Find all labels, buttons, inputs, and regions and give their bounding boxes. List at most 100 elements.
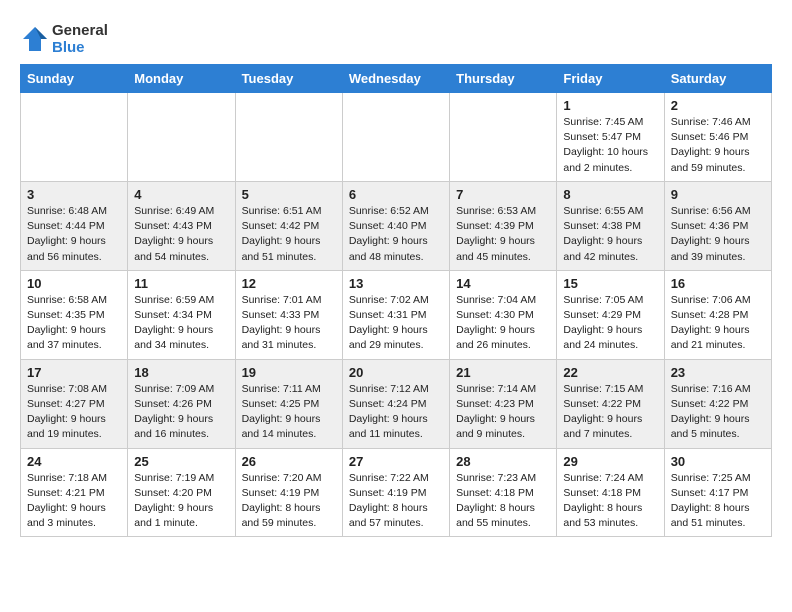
calendar-cell: 19 Sunrise: 7:11 AM Sunset: 4:25 PM Dayli… [235, 359, 342, 448]
calendar-week-row: 10 Sunrise: 6:58 AM Sunset: 4:35 PM Dayli… [21, 270, 772, 359]
day-info: Sunrise: 6:49 AM Sunset: 4:43 PM Dayligh… [134, 204, 228, 265]
day-info: Sunrise: 7:01 AM Sunset: 4:33 PM Dayligh… [242, 293, 336, 354]
calendar-cell: 13Sunrise: 7:02 AM Sunset: 4:31 PM Dayli… [342, 270, 449, 359]
day-info: Sunrise: 6:53 AM Sunset: 4:39 PM Dayligh… [456, 204, 550, 265]
calendar-cell: 1 Sunrise: 7:45 AM Sunset: 5:47 PM Daylig… [557, 93, 664, 182]
calendar-cell: 15 Sunrise: 7:05 AM Sunset: 4:29 PM Dayli… [557, 270, 664, 359]
calendar-cell: 16 Sunrise: 7:06 AM Sunset: 4:28 PM Dayli… [664, 270, 771, 359]
day-info: Sunrise: 7:11 AM Sunset: 4:25 PM Dayligh… [242, 382, 336, 443]
calendar-week-row: 3 Sunrise: 6:48 AM Sunset: 4:44 PM Daylig… [21, 181, 772, 270]
calendar-cell: 22 Sunrise: 7:15 AM Sunset: 4:22 PM Dayli… [557, 359, 664, 448]
weekday-header-row: SundayMondayTuesdayWednesdayThursdayFrid… [21, 65, 772, 93]
calendar-cell [235, 93, 342, 182]
day-number: 30 [671, 454, 765, 469]
day-info: Sunrise: 7:04 AM Sunset: 4:30 PM Dayligh… [456, 293, 550, 354]
calendar-cell: 26 Sunrise: 7:20 AM Sunset: 4:19 PM Dayli… [235, 448, 342, 537]
day-info: Sunrise: 7:24 AM Sunset: 4:18 PM Dayligh… [563, 471, 657, 532]
weekday-header-cell: Wednesday [342, 65, 449, 93]
calendar-cell: 6 Sunrise: 6:52 AM Sunset: 4:40 PM Daylig… [342, 181, 449, 270]
calendar-cell: 9 Sunrise: 6:56 AM Sunset: 4:36 PM Daylig… [664, 181, 771, 270]
day-number: 11 [134, 276, 228, 291]
calendar-cell: 25 Sunrise: 7:19 AM Sunset: 4:20 PM Dayli… [128, 448, 235, 537]
day-info: Sunrise: 6:52 AM Sunset: 4:40 PM Dayligh… [349, 204, 443, 265]
calendar-cell: 11 Sunrise: 6:59 AM Sunset: 4:34 PM Dayli… [128, 270, 235, 359]
day-number: 24 [27, 454, 121, 469]
day-number: 25 [134, 454, 228, 469]
day-number: 5 [242, 187, 336, 202]
day-info: Sunrise: 7:02 AM Sunset: 4:31 PM Dayligh… [349, 293, 443, 354]
calendar-cell: 7 Sunrise: 6:53 AM Sunset: 4:39 PM Daylig… [450, 181, 557, 270]
calendar-cell: 18 Sunrise: 7:09 AM Sunset: 4:26 PM Dayli… [128, 359, 235, 448]
day-number: 19 [242, 365, 336, 380]
day-number: 1 [563, 98, 657, 113]
day-number: 14 [456, 276, 550, 291]
day-number: 12 [242, 276, 336, 291]
day-info: Sunrise: 6:56 AM Sunset: 4:36 PM Dayligh… [671, 204, 765, 265]
day-info: Sunrise: 7:25 AM Sunset: 4:17 PM Dayligh… [671, 471, 765, 532]
day-number: 8 [563, 187, 657, 202]
day-info: Sunrise: 7:06 AM Sunset: 4:28 PM Dayligh… [671, 293, 765, 354]
calendar-week-row: 1 Sunrise: 7:45 AM Sunset: 5:47 PM Daylig… [21, 93, 772, 182]
calendar-cell: 10 Sunrise: 6:58 AM Sunset: 4:35 PM Dayli… [21, 270, 128, 359]
day-number: 10 [27, 276, 121, 291]
page: General Blue SundayMondayTuesdayWednesda… [0, 0, 792, 547]
day-info: Sunrise: 7:09 AM Sunset: 4:26 PM Dayligh… [134, 382, 228, 443]
calendar-cell [128, 93, 235, 182]
calendar-cell: 8Sunrise: 6:55 AM Sunset: 4:38 PM Daylig… [557, 181, 664, 270]
calendar-cell: 17Sunrise: 7:08 AM Sunset: 4:27 PM Dayli… [21, 359, 128, 448]
logo-text: General Blue [52, 22, 108, 56]
calendar-cell: 27 Sunrise: 7:22 AM Sunset: 4:19 PM Dayli… [342, 448, 449, 537]
day-number: 9 [671, 187, 765, 202]
calendar-cell: 12 Sunrise: 7:01 AM Sunset: 4:33 PM Dayli… [235, 270, 342, 359]
day-info: Sunrise: 7:20 AM Sunset: 4:19 PM Dayligh… [242, 471, 336, 532]
day-number: 3 [27, 187, 121, 202]
calendar-cell: 29 Sunrise: 7:24 AM Sunset: 4:18 PM Dayli… [557, 448, 664, 537]
day-number: 6 [349, 187, 443, 202]
day-info: Sunrise: 7:12 AM Sunset: 4:24 PM Dayligh… [349, 382, 443, 443]
calendar-cell [21, 93, 128, 182]
day-number: 27 [349, 454, 443, 469]
calendar-cell: 3 Sunrise: 6:48 AM Sunset: 4:44 PM Daylig… [21, 181, 128, 270]
day-info: Sunrise: 6:59 AM Sunset: 4:34 PM Dayligh… [134, 293, 228, 354]
logo-icon [20, 24, 50, 54]
day-info: Sunrise: 7:45 AM Sunset: 5:47 PM Dayligh… [563, 115, 657, 176]
day-number: 20 [349, 365, 443, 380]
calendar-cell: 4 Sunrise: 6:49 AM Sunset: 4:43 PM Daylig… [128, 181, 235, 270]
weekday-header-cell: Saturday [664, 65, 771, 93]
calendar-week-row: 17Sunrise: 7:08 AM Sunset: 4:27 PM Dayli… [21, 359, 772, 448]
calendar-cell: 24Sunrise: 7:18 AM Sunset: 4:21 PM Dayli… [21, 448, 128, 537]
day-number: 4 [134, 187, 228, 202]
calendar-cell: 20 Sunrise: 7:12 AM Sunset: 4:24 PM Dayli… [342, 359, 449, 448]
logo: General Blue [20, 22, 108, 56]
day-info: Sunrise: 7:16 AM Sunset: 4:22 PM Dayligh… [671, 382, 765, 443]
day-info: Sunrise: 7:14 AM Sunset: 4:23 PM Dayligh… [456, 382, 550, 443]
weekday-header-cell: Thursday [450, 65, 557, 93]
calendar-body: 1 Sunrise: 7:45 AM Sunset: 5:47 PM Daylig… [21, 93, 772, 537]
calendar-cell: 23Sunrise: 7:16 AM Sunset: 4:22 PM Dayli… [664, 359, 771, 448]
day-info: Sunrise: 6:58 AM Sunset: 4:35 PM Dayligh… [27, 293, 121, 354]
day-info: Sunrise: 7:05 AM Sunset: 4:29 PM Dayligh… [563, 293, 657, 354]
weekday-header-cell: Monday [128, 65, 235, 93]
day-number: 29 [563, 454, 657, 469]
day-number: 18 [134, 365, 228, 380]
header-area: General Blue [20, 18, 772, 56]
day-number: 28 [456, 454, 550, 469]
calendar-table: SundayMondayTuesdayWednesdayThursdayFrid… [20, 64, 772, 537]
day-info: Sunrise: 6:51 AM Sunset: 4:42 PM Dayligh… [242, 204, 336, 265]
weekday-header-cell: Tuesday [235, 65, 342, 93]
weekday-header-cell: Sunday [21, 65, 128, 93]
day-info: Sunrise: 7:08 AM Sunset: 4:27 PM Dayligh… [27, 382, 121, 443]
calendar-cell: 21Sunrise: 7:14 AM Sunset: 4:23 PM Dayli… [450, 359, 557, 448]
day-number: 26 [242, 454, 336, 469]
day-number: 22 [563, 365, 657, 380]
day-info: Sunrise: 6:48 AM Sunset: 4:44 PM Dayligh… [27, 204, 121, 265]
day-info: Sunrise: 7:22 AM Sunset: 4:19 PM Dayligh… [349, 471, 443, 532]
day-number: 16 [671, 276, 765, 291]
day-info: Sunrise: 7:46 AM Sunset: 5:46 PM Dayligh… [671, 115, 765, 176]
day-number: 7 [456, 187, 550, 202]
day-info: Sunrise: 7:19 AM Sunset: 4:20 PM Dayligh… [134, 471, 228, 532]
day-info: Sunrise: 7:15 AM Sunset: 4:22 PM Dayligh… [563, 382, 657, 443]
day-number: 15 [563, 276, 657, 291]
calendar-week-row: 24Sunrise: 7:18 AM Sunset: 4:21 PM Dayli… [21, 448, 772, 537]
calendar-cell: 2Sunrise: 7:46 AM Sunset: 5:46 PM Daylig… [664, 93, 771, 182]
